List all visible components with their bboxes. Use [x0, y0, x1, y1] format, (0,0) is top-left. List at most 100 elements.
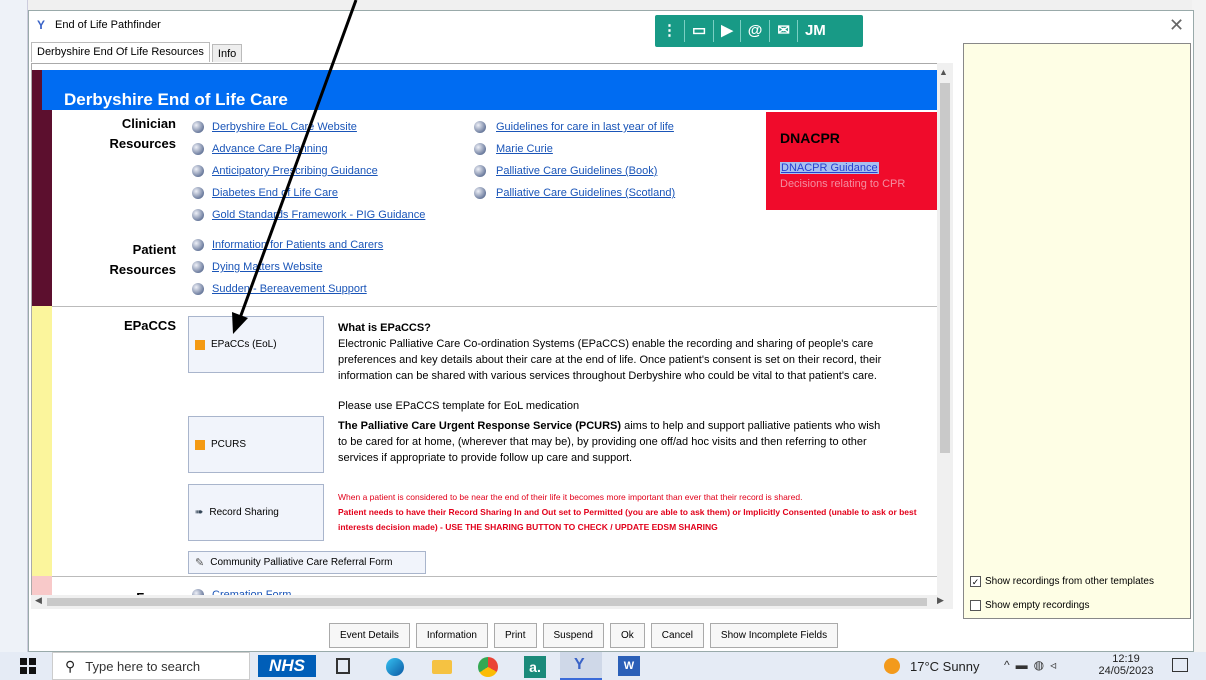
app-a-icon[interactable]: a. — [524, 656, 546, 678]
task-view-icon[interactable] — [336, 658, 350, 674]
scrollbar-thumb[interactable] — [940, 83, 950, 453]
app-icon: Y — [37, 18, 46, 32]
pcurs-title: The Palliative Care Urgent Response Serv… — [338, 420, 622, 432]
background-right-panel — [1192, 0, 1206, 652]
show-incomplete-fields-button[interactable]: Show Incomplete Fields — [709, 623, 839, 648]
epaccs-color-bar — [32, 306, 52, 576]
show-empty-option[interactable]: Show empty recordings — [970, 600, 1090, 611]
weather-sun-icon — [884, 658, 900, 674]
record-sharing-note: When a patient is considered to be near … — [338, 490, 938, 535]
taskbar-search[interactable]: ⚲ Type here to search — [52, 652, 250, 680]
vertical-scrollbar[interactable]: ▲ ▼ — [937, 63, 953, 609]
record-sharing-button[interactable]: ➠ Record Sharing — [188, 484, 324, 541]
epaccs-button-label: EPaCCs (EoL) — [211, 339, 277, 350]
print-button[interactable]: Print — [493, 623, 537, 648]
bullet-icon — [474, 121, 486, 133]
hscroll-thumb[interactable] — [47, 598, 927, 606]
video-icon[interactable]: ▶ — [714, 20, 741, 42]
search-icon: ⚲ — [65, 657, 76, 674]
close-icon[interactable]: ✕ — [1169, 15, 1184, 36]
link-anticipatory-prescribing[interactable]: Anticipatory Prescribing Guidance — [212, 165, 378, 177]
bullet-icon — [474, 143, 486, 155]
dnacpr-title: DNACPR — [780, 130, 840, 146]
patient-heading-line1: Patient — [132, 242, 176, 257]
tab-info[interactable]: Info — [211, 44, 243, 62]
windows-start-icon[interactable] — [20, 658, 36, 674]
clinician-heading: Clinician Resources — [56, 114, 176, 154]
ok-button[interactable]: Ok — [610, 623, 645, 648]
link-diabetes-eol[interactable]: Diabetes End of Life Care — [212, 187, 338, 199]
bullet-icon — [192, 143, 204, 155]
link-advance-care-planning[interactable]: Advance Care Planning — [212, 143, 328, 155]
bullet-icon — [192, 283, 204, 295]
word-icon[interactable]: W — [618, 656, 640, 676]
user-initials[interactable]: JM — [798, 20, 833, 42]
link-bereavement-support[interactable]: Sudden - Bereavement Support — [212, 283, 367, 295]
link-palliative-scotland[interactable]: Palliative Care Guidelines (Scotland) — [496, 187, 675, 199]
clock[interactable]: 12:19 24/05/2023 — [1096, 653, 1156, 677]
mail-icon[interactable]: ✉ — [770, 20, 798, 42]
file-explorer-icon[interactable] — [432, 660, 452, 674]
time-text: 12:19 — [1112, 653, 1140, 665]
clinician-links-col2: Guidelines for care in last year of life… — [474, 116, 675, 204]
link-dying-matters[interactable]: Dying Matters Website — [212, 261, 322, 273]
link-patient-information[interactable]: Information for Patients and Carers — [212, 239, 383, 251]
show-other-templates-label: Show recordings from other templates — [985, 576, 1154, 588]
bullet-icon — [474, 165, 486, 177]
community-referral-label: Community Palliative Care Referral Form — [210, 557, 393, 568]
information-button[interactable]: Information — [415, 623, 488, 648]
notifications-icon[interactable] — [1172, 658, 1188, 672]
systmone-taskbar-icon[interactable]: Y — [560, 652, 602, 680]
dnacpr-box: DNACPR DNACPR Guidance Decisions relatin… — [766, 112, 938, 210]
checkbox-unchecked[interactable] — [970, 600, 981, 611]
section-divider — [52, 576, 938, 577]
system-tray-icons[interactable]: ^▬◍◃ — [1004, 658, 1062, 672]
patient-heading: Patient Resources — [56, 240, 176, 280]
what-is-epaccs-title: What is EPaCCS? — [338, 322, 431, 334]
weather-text[interactable]: 17°C Sunny — [910, 659, 980, 674]
cancel-button[interactable]: Cancel — [650, 623, 704, 648]
clinician-heading-line2: Resources — [109, 136, 176, 151]
link-last-year-guidelines[interactable]: Guidelines for care in last year of life — [496, 121, 674, 133]
mention-icon[interactable]: @ — [741, 20, 771, 42]
link-gold-standards[interactable]: Gold Standards Framework - PIG Guidance — [212, 209, 425, 221]
teams-call-toolbar: ⋮ ▭ ▶ @ ✉ JM — [655, 15, 863, 47]
page-title: Derbyshire End of Life Care — [64, 90, 288, 109]
checkbox-checked[interactable]: ✓ — [970, 576, 981, 587]
form-icon: ✎ — [195, 557, 205, 569]
window-title: End of Life Pathfinder — [55, 19, 161, 31]
what-is-epaccs-block: What is EPaCCS? Electronic Palliative Ca… — [338, 320, 918, 414]
date-text: 24/05/2023 — [1098, 665, 1154, 677]
record-sharing-label: Record Sharing — [209, 507, 279, 518]
pcurs-description: The Palliative Care Urgent Response Serv… — [338, 418, 884, 466]
chat-icon[interactable]: ▭ — [685, 20, 715, 42]
sharing-note-line2: Patient needs to have their Record Shari… — [338, 507, 917, 532]
link-cpr-decisions[interactable]: Decisions relating to CPR — [780, 178, 905, 190]
chrome-icon[interactable] — [478, 657, 498, 677]
tab-derbyshire-resources[interactable]: Derbyshire End Of Life Resources — [31, 42, 210, 62]
patient-heading-line2: Resources — [109, 262, 176, 277]
link-marie-curie[interactable]: Marie Curie — [496, 143, 553, 155]
scroll-left-icon[interactable]: ◀ — [35, 595, 42, 606]
link-palliative-book[interactable]: Palliative Care Guidelines (Book) — [496, 165, 657, 177]
scroll-up-icon[interactable]: ▲ — [939, 67, 948, 77]
event-details-button[interactable]: Event Details — [329, 623, 410, 648]
edge-icon[interactable] — [386, 658, 404, 676]
more-options-icon[interactable]: ⋮ — [655, 20, 685, 42]
show-other-templates-option[interactable]: ✓ Show recordings from other templates — [970, 576, 1154, 587]
epaccs-heading: EPaCCS — [123, 318, 176, 333]
community-referral-button[interactable]: ✎ Community Palliative Care Referral Form — [188, 551, 426, 574]
link-dnacpr-guidance[interactable]: DNACPR Guidance — [780, 162, 879, 174]
epaccs-button[interactable]: EPaCCs (EoL) — [188, 316, 324, 373]
pcurs-button[interactable]: PCURS — [188, 416, 324, 473]
resources-content: Derbyshire End of Life Care Clinician Re… — [31, 63, 939, 609]
horizontal-scrollbar[interactable]: ◀ ▶ — [31, 595, 953, 609]
scroll-right-icon[interactable]: ▶ — [937, 595, 944, 606]
section-divider — [52, 306, 938, 307]
link-derbyshire-eol-website[interactable]: Derbyshire EoL Care Website — [212, 121, 357, 133]
nhs-logo-icon[interactable]: NHS — [258, 655, 316, 677]
clinician-links-col1: Derbyshire EoL Care Website Advance Care… — [192, 116, 425, 226]
suspend-button[interactable]: Suspend — [542, 623, 604, 648]
sharing-arrow-icon: ➠ — [195, 507, 204, 518]
tab-strip: Derbyshire End Of Life Resources Info — [31, 42, 244, 62]
